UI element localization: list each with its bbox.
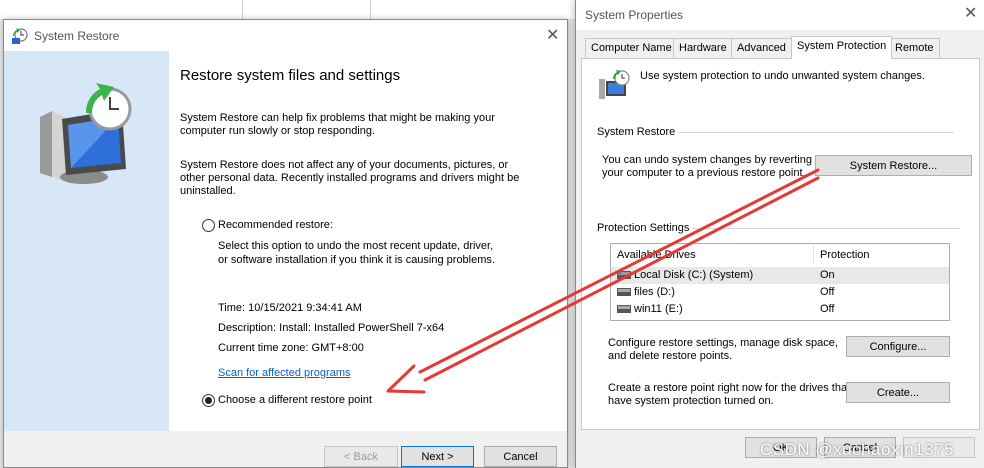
protection-intro: Use system protection to undo unwanted s… xyxy=(640,70,925,82)
drive-icon xyxy=(617,288,631,296)
watermark: CSDN @xuchaoxin1375 xyxy=(760,440,955,459)
title-bar: System Properties ✕ xyxy=(576,0,984,30)
configure-description-line: Configure restore settings, manage disk … xyxy=(608,337,838,349)
window-title: System Restore xyxy=(34,29,120,43)
create-description-line: have system protection turned on. xyxy=(608,395,774,407)
column-header-protection[interactable]: Protection xyxy=(820,249,870,261)
drive-protection-status: On xyxy=(820,269,835,281)
close-icon[interactable]: ✕ xyxy=(964,6,977,22)
recommended-restore-label[interactable]: Recommended restore: xyxy=(218,219,333,231)
configure-description-line: and delete restore points. xyxy=(608,350,733,362)
drive-protection-status: Off xyxy=(820,286,835,298)
note-text-line: other personal data. Recently installed … xyxy=(180,172,520,184)
system-protection-panel: Use system protection to undo unwanted s… xyxy=(581,58,980,430)
drive-name: files (D:) xyxy=(634,286,675,298)
intro-text-line: computer run slowly or stop responding. xyxy=(180,125,376,137)
available-drives-list[interactable]: Available Drives Protection Local Disk (… xyxy=(610,243,950,321)
current-time-zone: Current time zone: GMT+8:00 xyxy=(218,342,364,354)
recommended-description-line: or software installation if you think it… xyxy=(218,254,495,266)
drive-row[interactable]: files (D:) Off xyxy=(611,284,949,301)
group-divider xyxy=(678,132,954,133)
drive-name: win11 (E:) xyxy=(634,303,683,315)
note-text-line: uninstalled. xyxy=(180,185,236,197)
create-button[interactable]: Create... xyxy=(846,382,950,403)
protection-settings-group-title: Protection Settings xyxy=(597,222,690,234)
computer-restore-icon xyxy=(40,83,132,185)
next-button[interactable]: Next > xyxy=(401,446,474,467)
create-description-line: Create a restore point right now for the… xyxy=(608,382,851,394)
background-window xyxy=(0,0,575,19)
system-restore-icon xyxy=(12,28,28,44)
system-restore-window: System Restore ✕ Restore system files an… xyxy=(3,19,568,468)
recommended-restore-radio[interactable] xyxy=(202,219,215,232)
system-properties-window: System Properties ✕ Computer Name Hardwa… xyxy=(575,0,984,468)
drive-row[interactable]: win11 (E:) Off xyxy=(611,301,949,318)
close-icon[interactable]: ✕ xyxy=(546,28,559,44)
intro-text-line: System Restore can help fix problems tha… xyxy=(180,112,495,124)
tab-system-protection[interactable]: System Protection xyxy=(791,36,893,59)
configure-button[interactable]: Configure... xyxy=(846,336,950,357)
recommended-description-line: Select this option to undo the most rece… xyxy=(218,240,494,252)
note-text-line: System Restore does not affect any of yo… xyxy=(180,159,509,171)
page-title: Restore system files and settings xyxy=(180,67,401,84)
drive-row[interactable]: Local Disk (C:) (System) On xyxy=(611,267,949,284)
drive-icon xyxy=(617,305,631,313)
column-separator xyxy=(813,246,814,264)
wizard-content: Restore system files and settings System… xyxy=(169,51,567,431)
system-restore-button[interactable]: System Restore... xyxy=(815,155,972,176)
different-restore-point-radio[interactable] xyxy=(202,394,215,407)
title-bar: System Restore ✕ xyxy=(4,20,567,51)
wizard-side-panel xyxy=(4,51,169,431)
drive-protection-status: Off xyxy=(820,303,835,315)
different-restore-point-label[interactable]: Choose a different restore point xyxy=(218,394,372,406)
tab-remote[interactable]: Remote xyxy=(889,38,940,58)
restore-time: Time: 10/15/2021 9:34:41 AM xyxy=(218,302,362,314)
drives-list-header: Available Drives Protection xyxy=(611,244,949,266)
restore-description: Description: Install: Installed PowerShe… xyxy=(218,322,445,334)
drive-name: Local Disk (C:) (System) xyxy=(634,269,754,281)
cancel-button[interactable]: Cancel xyxy=(484,446,557,467)
system-drive-icon xyxy=(617,271,631,279)
background-divider xyxy=(242,0,243,19)
restore-description-line: You can undo system changes by reverting xyxy=(602,154,812,166)
restore-description-line: your computer to a previous restore poin… xyxy=(602,167,806,179)
column-header-drives[interactable]: Available Drives xyxy=(617,249,696,261)
tab-computer-name[interactable]: Computer Name xyxy=(585,38,678,58)
tab-hardware[interactable]: Hardware xyxy=(673,38,733,58)
tab-advanced[interactable]: Advanced xyxy=(731,38,792,58)
back-button[interactable]: < Back xyxy=(324,446,398,467)
window-title: System Properties xyxy=(585,8,684,22)
group-divider xyxy=(692,228,960,229)
system-protection-icon xyxy=(599,70,630,99)
scan-affected-programs-link[interactable]: Scan for affected programs xyxy=(218,367,350,379)
system-restore-group-title: System Restore xyxy=(597,126,676,138)
background-divider xyxy=(370,0,371,19)
